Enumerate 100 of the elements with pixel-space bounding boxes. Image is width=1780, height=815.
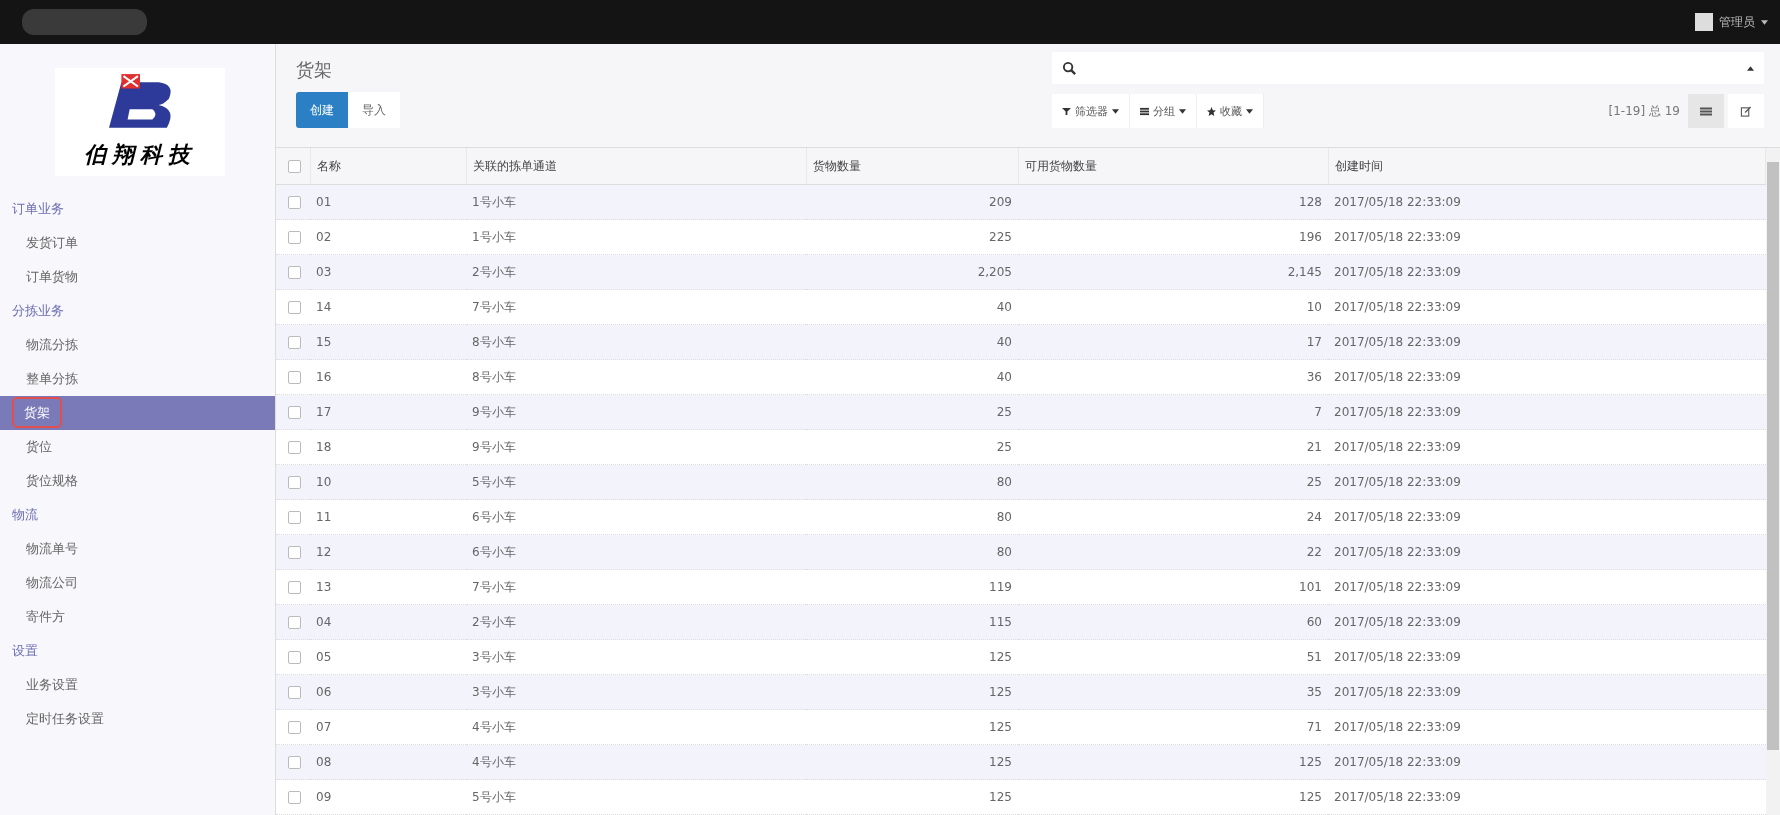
row-checkbox[interactable]: [288, 616, 301, 629]
table-cell: 2017/05/18 22:33:09: [1328, 569, 1766, 605]
table-cell: 7号小车: [466, 569, 806, 605]
search-option-label: 分组: [1153, 103, 1175, 119]
table-cell: 2017/05/18 22:33:09: [1328, 464, 1766, 500]
table-cell: 10: [1018, 289, 1328, 325]
table-cell: 9号小车: [466, 429, 806, 465]
table-cell: 196: [1018, 219, 1328, 255]
table-cell: 40: [806, 324, 1018, 360]
row-checkbox[interactable]: [288, 721, 301, 734]
row-checkbox[interactable]: [288, 546, 301, 559]
table-cell: 09: [310, 779, 466, 815]
table-cell: 18: [310, 429, 466, 465]
table-cell: 35: [1018, 674, 1328, 710]
table-cell: 2017/05/18 22:33:09: [1328, 744, 1766, 780]
sidebar-item[interactable]: 订单货物: [0, 260, 275, 294]
table-cell: 2017/05/18 22:33:09: [1328, 324, 1766, 360]
table-cell: 125: [806, 779, 1018, 815]
row-checkbox[interactable]: [288, 476, 301, 489]
sidebar-item[interactable]: 发货订单: [0, 226, 275, 260]
sidebar-item[interactable]: 物流单号: [0, 532, 275, 566]
table-cell: 2017/05/18 22:33:09: [1328, 219, 1766, 255]
row-checkbox[interactable]: [288, 301, 301, 314]
action-button[interactable]: 创建: [296, 92, 348, 128]
column-header[interactable]: 名称: [310, 148, 466, 185]
table-cell: 209: [806, 184, 1018, 220]
table-cell: 13: [310, 569, 466, 605]
table-cell: 115: [806, 604, 1018, 640]
row-checkbox[interactable]: [288, 196, 301, 209]
sidebar-item[interactable]: 货位规格: [0, 464, 275, 498]
table-cell: 25: [806, 394, 1018, 430]
row-checkbox[interactable]: [288, 791, 301, 804]
row-checkbox[interactable]: [288, 441, 301, 454]
table-cell: 02: [310, 219, 466, 255]
table-cell: 16: [310, 359, 466, 395]
caret-icon[interactable]: [1747, 65, 1754, 71]
sidebar-item[interactable]: 业务设置: [0, 668, 275, 702]
table-cell: 15: [310, 324, 466, 360]
table-cell: 2017/05/18 22:33:09: [1328, 639, 1766, 675]
sidebar-item[interactable]: 定时任务设置: [0, 702, 275, 736]
sidebar-item[interactable]: 整单分拣: [0, 362, 275, 396]
row-checkbox[interactable]: [288, 756, 301, 769]
table-cell: 04: [310, 604, 466, 640]
page-title: 货架: [296, 58, 333, 82]
caret-icon: [1112, 108, 1119, 114]
list-view-button[interactable]: [1688, 94, 1724, 128]
table-cell: 71: [1018, 709, 1328, 745]
column-header[interactable]: 货物数量: [806, 148, 1018, 185]
row-checkbox[interactable]: [288, 266, 301, 279]
table-cell: 2017/05/18 22:33:09: [1328, 254, 1766, 290]
table-cell: 2017/05/18 22:33:09: [1328, 779, 1766, 815]
table-cell: 2,145: [1018, 254, 1328, 290]
row-checkbox[interactable]: [288, 371, 301, 384]
table-cell: 05: [310, 639, 466, 675]
star-icon: [1207, 106, 1216, 116]
row-checkbox[interactable]: [288, 686, 301, 699]
user-menu[interactable]: 管理员: [1719, 13, 1755, 31]
table-cell: 8号小车: [466, 359, 806, 395]
sidebar-item[interactable]: 货位: [0, 430, 275, 464]
table-cell: 21: [1018, 429, 1328, 465]
sidebar-item[interactable]: 货架: [0, 396, 275, 430]
row-checkbox[interactable]: [288, 581, 301, 594]
table-cell: 40: [806, 289, 1018, 325]
table-cell: 119: [806, 569, 1018, 605]
table-cell: 2017/05/18 22:33:09: [1328, 289, 1766, 325]
row-checkbox[interactable]: [288, 651, 301, 664]
table-cell: 5号小车: [466, 464, 806, 500]
column-header[interactable]: 关联的拣单通道: [466, 148, 806, 185]
search-field[interactable]: [1052, 52, 1764, 84]
table-cell: 22: [1018, 534, 1328, 570]
caret-icon: [1246, 108, 1253, 114]
column-header[interactable]: 可用货物数量: [1018, 148, 1328, 185]
table-cell: 6号小车: [466, 499, 806, 535]
table-cell: 6号小车: [466, 534, 806, 570]
logo-text: 伯翔科技: [84, 141, 196, 169]
column-header[interactable]: 创建时间: [1328, 148, 1766, 185]
table-cell: 7: [1018, 394, 1328, 430]
sidebar-item[interactable]: 物流公司: [0, 566, 275, 600]
select-all-checkbox[interactable]: [288, 160, 301, 173]
table-cell: 14: [310, 289, 466, 325]
table-cell: 125: [806, 639, 1018, 675]
scrollbar[interactable]: [1766, 148, 1780, 815]
action-button[interactable]: 导入: [348, 92, 400, 128]
table-cell: 1号小车: [466, 219, 806, 255]
sidebar-item[interactable]: 物流分拣: [0, 328, 275, 362]
caret-icon[interactable]: [1761, 19, 1768, 25]
row-checkbox[interactable]: [288, 231, 301, 244]
search-option-label: 收藏: [1220, 103, 1242, 119]
table-cell: 25: [1018, 464, 1328, 500]
table-cell: 40: [806, 359, 1018, 395]
row-checkbox[interactable]: [288, 511, 301, 524]
sidebar-section-title: 设置: [11, 642, 39, 660]
sidebar-item[interactable]: 寄件方: [0, 600, 275, 634]
sidebar-section-title: 订单业务: [11, 200, 65, 218]
table-cell: 2017/05/18 22:33:09: [1328, 709, 1766, 745]
row-checkbox[interactable]: [288, 336, 301, 349]
row-checkbox[interactable]: [288, 406, 301, 419]
table-cell: 24: [1018, 499, 1328, 535]
form-view-button[interactable]: [1728, 94, 1764, 128]
table-cell: 7号小车: [466, 289, 806, 325]
